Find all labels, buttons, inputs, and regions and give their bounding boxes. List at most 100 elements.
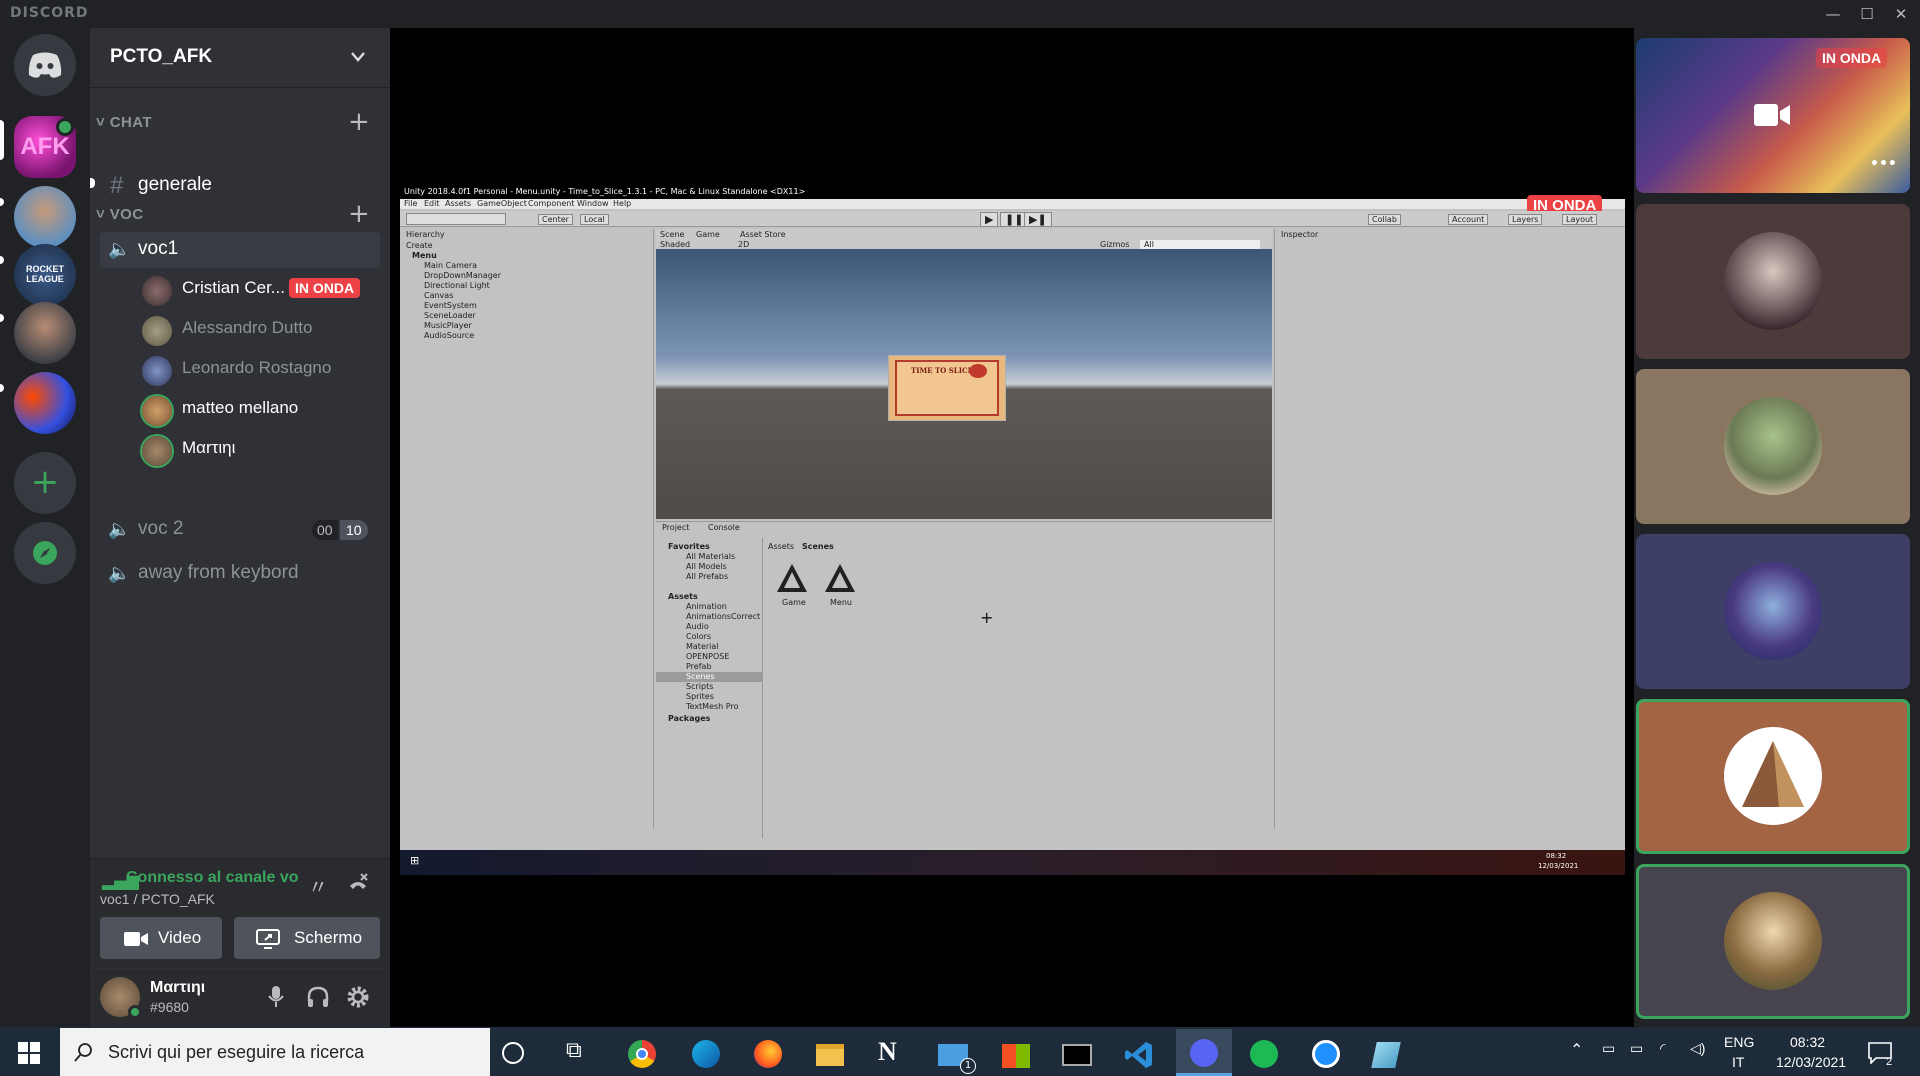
favorite-item[interactable]: All Models [686, 562, 727, 571]
menu-component[interactable]: Component [528, 199, 574, 208]
video-button[interactable]: Video [100, 917, 222, 959]
channel-generale[interactable]: # generale [100, 168, 380, 204]
windows-start-icon[interactable] [18, 1042, 40, 1064]
menu-card[interactable]: TIME TO SLICE [888, 355, 1006, 421]
breadcrumb-assets[interactable]: Assets [768, 542, 794, 551]
asset-folder[interactable]: AnimationsCorrect [686, 612, 760, 621]
asset-folder[interactable]: Animation [686, 602, 727, 611]
menu-gameobject[interactable]: GameObject [477, 199, 527, 208]
notion-icon[interactable]: N [878, 1037, 897, 1067]
participant-tile-speaking[interactable] [1636, 699, 1910, 854]
microphone-icon[interactable] [268, 985, 284, 1009]
volume-icon[interactable]: ◁) [1690, 1040, 1705, 1057]
clock-time[interactable]: 08:32 [1790, 1034, 1825, 1050]
favorite-item[interactable]: All Materials [686, 552, 735, 561]
transform-tools[interactable] [406, 213, 506, 225]
gear-icon[interactable] [346, 985, 370, 1009]
file-explorer-icon[interactable] [816, 1044, 844, 1066]
discord-taskbar-active[interactable] [1176, 1029, 1232, 1076]
server-galaxy[interactable] [14, 372, 76, 434]
lang-layout[interactable]: IT [1732, 1054, 1744, 1070]
server-user[interactable] [14, 186, 76, 248]
maximize-button[interactable]: ☐ [1852, 2, 1882, 26]
favorite-item[interactable]: All Prefabs [686, 572, 728, 581]
hierarchy-item[interactable]: Main Camera [424, 261, 477, 270]
more-options-icon[interactable]: ••• [1870, 156, 1897, 172]
voice-user[interactable]: Μαrτιηι [142, 432, 378, 468]
participant-tile[interactable]: IN ONDA ••• [1636, 38, 1910, 193]
asset-folder[interactable]: Audio [686, 622, 709, 631]
tab-game[interactable]: Game [696, 230, 720, 239]
hierarchy-item[interactable]: SceneLoader [424, 311, 476, 320]
layout-dropdown[interactable]: Layout [1562, 214, 1598, 225]
packages-folder[interactable]: Packages [668, 714, 710, 723]
voice-channel-voc2[interactable]: 🔈 voc 2 00 10 [100, 512, 380, 548]
menu-help[interactable]: Help [613, 199, 631, 208]
hierarchy-item[interactable]: EventSystem [424, 301, 477, 310]
play-button[interactable]: ▶ [980, 212, 999, 227]
headphones-icon[interactable] [306, 985, 330, 1009]
minimize-button[interactable]: — [1818, 2, 1848, 26]
hierarchy-tab[interactable]: Hierarchy [406, 230, 445, 239]
cortana-icon[interactable] [502, 1042, 524, 1064]
guild-header[interactable]: PCTO_AFK [90, 28, 390, 88]
voice-user[interactable]: matteo mellano [142, 392, 378, 428]
menu-assets[interactable]: Assets [445, 199, 471, 208]
pivot-local[interactable]: Local [580, 214, 609, 225]
close-button[interactable]: ✕ [1886, 2, 1916, 26]
scene-search[interactable]: All [1140, 240, 1260, 249]
participant-tile-speaking[interactable] [1636, 864, 1910, 1019]
screen-share-button[interactable]: Schermo [234, 917, 380, 959]
spotify-icon[interactable] [1250, 1040, 1278, 1068]
hierarchy-item[interactable]: MusicPlayer [424, 321, 472, 330]
taskbar-search[interactable]: Scrivi qui per eseguire la ricerca [60, 1028, 490, 1076]
assets-folder[interactable]: Assets [668, 592, 698, 601]
server-user2[interactable] [14, 302, 76, 364]
server-rocket-league[interactable]: ROCKET LEAGUE [14, 244, 76, 306]
menu-window[interactable]: Window [577, 199, 609, 208]
voice-channel-away[interactable]: 🔈 away from keybord [100, 556, 380, 592]
participant-tile[interactable] [1636, 369, 1910, 524]
voice-user[interactable]: Cristian Cer... IN ONDA [142, 272, 378, 308]
asset-folder[interactable]: Sprites [686, 692, 714, 701]
toggle-2d[interactable]: 2D [738, 240, 749, 249]
tab-scene[interactable]: Scene [660, 230, 684, 239]
terminal-icon[interactable] [1062, 1044, 1092, 1066]
add-server-button[interactable]: + [14, 452, 76, 514]
explore-button[interactable] [14, 522, 76, 584]
gizmos-dropdown[interactable]: Gizmos [1100, 240, 1129, 249]
step-button[interactable]: ▶❚ [1024, 212, 1052, 227]
edge-icon[interactable] [692, 1040, 720, 1068]
collab-button[interactable]: Collab [1368, 214, 1401, 225]
voice-user[interactable]: Alessandro Dutto [142, 312, 378, 348]
pivot-center[interactable]: Center [538, 214, 573, 225]
asset-folder[interactable]: Scripts [686, 682, 713, 691]
scene-root[interactable]: Menu [412, 251, 437, 260]
sync-icon[interactable] [1312, 1040, 1340, 1068]
layers-dropdown[interactable]: Layers [1508, 214, 1543, 225]
tab-project[interactable]: Project [662, 523, 689, 532]
home-button[interactable] [14, 34, 76, 96]
hierarchy-item[interactable]: DropDownManager [424, 271, 501, 280]
clock-date[interactable]: 12/03/2021 [1776, 1054, 1846, 1070]
inspector-tab[interactable]: Inspector [1281, 230, 1318, 239]
hierarchy-item[interactable]: Canvas [424, 291, 453, 300]
scene-viewport[interactable]: TIME TO SLICE [656, 249, 1272, 519]
category-chat[interactable]: ˅ CHAT [96, 114, 152, 131]
voice-user[interactable]: Leonardo Rostagno [142, 352, 378, 388]
noise-suppression-icon[interactable]: 〃 [308, 871, 328, 900]
task-view-icon[interactable]: ⧉ [566, 1038, 582, 1063]
breadcrumb-scenes[interactable]: Scenes [802, 542, 834, 551]
asset-folder[interactable]: Colors [686, 632, 711, 641]
asset-folder[interactable]: OPENPOSE [686, 652, 729, 661]
shading-dropdown[interactable]: Shaded [660, 240, 690, 249]
lang-code[interactable]: ENG [1724, 1034, 1754, 1050]
hierarchy-item[interactable]: Directional Light [424, 281, 490, 290]
wifi-icon[interactable]: ◜ [1660, 1040, 1665, 1057]
create-button[interactable]: Create [406, 241, 433, 250]
menu-edit[interactable]: Edit [424, 199, 440, 208]
asset-folder[interactable]: Material [686, 642, 719, 651]
unity-scene-icon[interactable] [822, 562, 858, 596]
participant-tile[interactable] [1636, 204, 1910, 359]
battery-icon[interactable]: ▭ [1630, 1040, 1643, 1057]
